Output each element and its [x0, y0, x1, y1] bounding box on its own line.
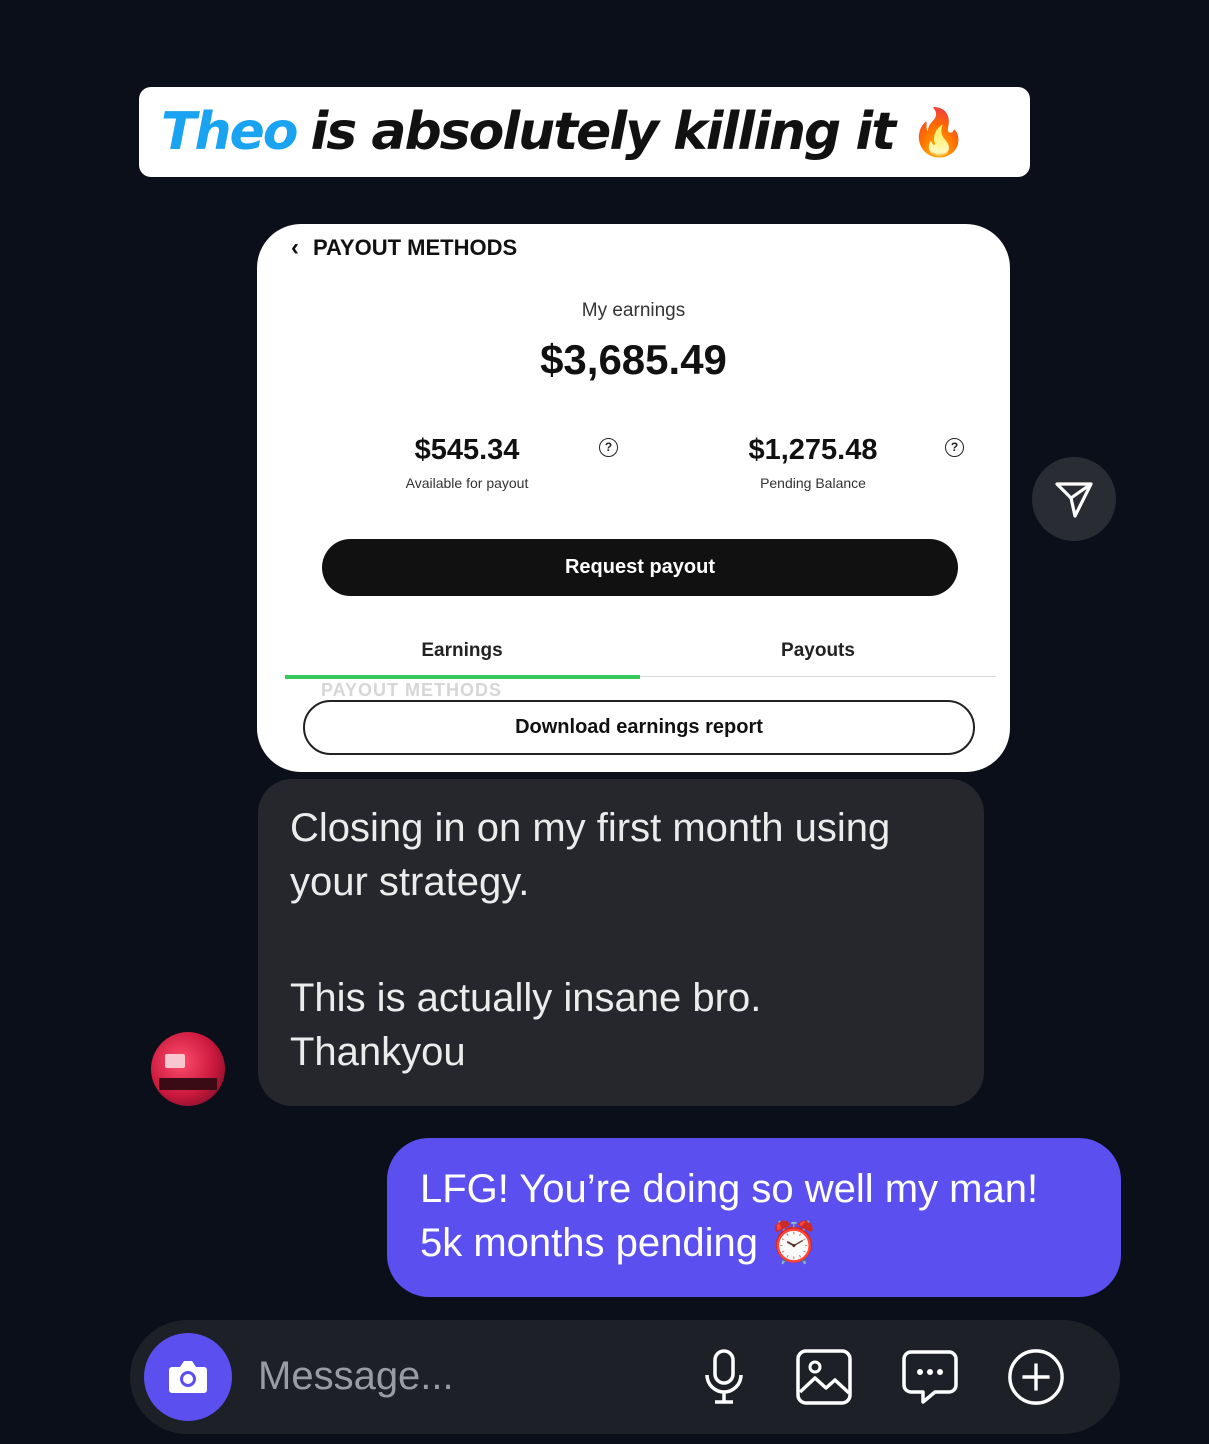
- message-line: This is actually insane bro.: [290, 976, 762, 1020]
- banner-text: is absolutely killing it: [310, 102, 896, 162]
- sticker-chat-icon: [902, 1350, 958, 1404]
- camera-icon: [169, 1361, 207, 1393]
- pending-label: Pending Balance: [760, 475, 866, 491]
- download-earnings-report-button: Download earnings report: [303, 700, 975, 755]
- available-for-payout: $545.34 Available for payout: [367, 434, 567, 491]
- gallery-button[interactable]: [794, 1347, 854, 1407]
- message-line: Closing in on my first month using: [290, 806, 891, 850]
- payout-methods-title: PAYOUT METHODS: [313, 235, 518, 260]
- ghost-header-text: PAYOUT METHODS: [321, 680, 503, 700]
- request-payout-button: Request payout: [322, 539, 958, 596]
- pending-balance: $1,275.48 Pending Balance: [713, 434, 913, 491]
- earnings-total: $3,685.49: [540, 336, 727, 383]
- fire-emoji: 🔥: [910, 104, 967, 159]
- shared-payout-screenshot[interactable]: ‹ PAYOUT METHODS My earnings $3,685.49 $…: [257, 224, 1010, 772]
- help-icon: ?: [945, 438, 964, 457]
- message-line: LFG! You’re doing so well my man!: [420, 1167, 1039, 1211]
- message-line: 5k months pending: [420, 1221, 759, 1265]
- incoming-message-bubble[interactable]: Closing in on my first month using your …: [258, 779, 984, 1106]
- pending-amount: $1,275.48: [748, 434, 878, 466]
- message-line: your strategy.: [290, 860, 530, 904]
- more-button[interactable]: [1006, 1347, 1066, 1407]
- microphone-icon: [705, 1349, 743, 1404]
- outgoing-message-bubble[interactable]: LFG! You’re doing so well my man! 5k mon…: [387, 1138, 1121, 1297]
- tab-payouts: Payouts: [781, 640, 855, 661]
- image-icon: [796, 1349, 852, 1405]
- alarm-clock-emoji: ⏰: [769, 1221, 819, 1265]
- sender-avatar[interactable]: [151, 1032, 225, 1106]
- available-label: Available for payout: [405, 475, 529, 491]
- available-amount: $545.34: [414, 434, 520, 466]
- microphone-button[interactable]: [694, 1347, 754, 1407]
- headline-banner: Theo is absolutely killing it 🔥: [139, 87, 1030, 177]
- share-button[interactable]: [1032, 457, 1116, 541]
- send-icon: [1055, 482, 1093, 518]
- message-composer: Message...: [130, 1320, 1120, 1434]
- camera-button[interactable]: [144, 1333, 232, 1421]
- tab-earnings: Earnings: [421, 640, 503, 661]
- chevron-left-icon: ‹: [291, 234, 299, 261]
- my-earnings-label: My earnings: [581, 300, 686, 321]
- message-line: Thankyou: [290, 1030, 466, 1074]
- payout-methods-header: ‹ PAYOUT METHODS: [291, 234, 517, 262]
- help-icon: ?: [599, 438, 618, 457]
- banner-name: Theo: [161, 102, 298, 162]
- sticker-button[interactable]: [900, 1347, 960, 1407]
- plus-circle-icon: [1008, 1349, 1064, 1405]
- tab-active-indicator: [285, 675, 640, 679]
- message-input[interactable]: Message...: [258, 1354, 454, 1399]
